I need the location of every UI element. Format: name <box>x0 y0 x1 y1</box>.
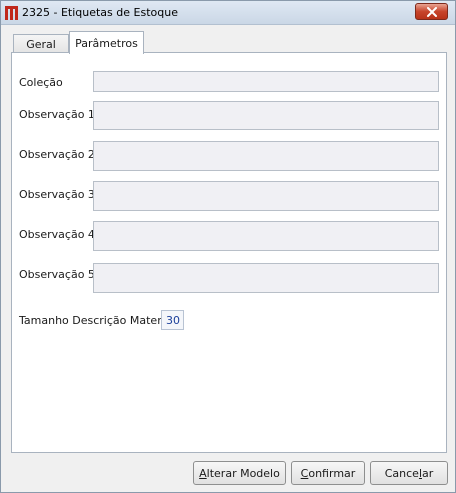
cancelar-rest: ar <box>422 466 434 480</box>
observacao-5-input[interactable] <box>93 263 439 293</box>
alterar-modelo-button[interactable]: Alterar Modelo <box>193 461 286 485</box>
cancelar-pre: Cance <box>384 466 419 480</box>
observacao-1-input[interactable] <box>93 101 439 130</box>
observacao-1-label: Observação 1 <box>19 108 95 121</box>
close-button[interactable] <box>415 3 448 20</box>
alterar-modelo-label: Alterar Modelo <box>199 467 280 480</box>
observacao-4-label: Observação 4 <box>19 228 95 241</box>
observacao-3-label: Observação 3 <box>19 188 95 201</box>
alterar-modelo-rest: lterar Modelo <box>206 466 280 480</box>
tab-geral[interactable]: Geral <box>13 34 69 53</box>
parametros-panel: Coleção Observação 1 Observação 2 Observ… <box>11 52 447 453</box>
observacao-5-label: Observação 5 <box>19 268 95 281</box>
confirmar-rest: onfirmar <box>308 466 356 480</box>
tab-parametros-label: Parâmetros <box>75 36 138 50</box>
colecao-label: Coleção <box>19 76 63 89</box>
tab-geral-label: Geral <box>26 37 56 51</box>
observacao-3-input[interactable] <box>93 181 439 211</box>
dialog-window: 2325 - Etiquetas de Estoque Geral Parâme… <box>0 0 456 493</box>
app-logo-icon <box>5 5 18 21</box>
observacao-2-label: Observação 2 <box>19 148 95 161</box>
cancelar-label: Cancelar <box>385 467 434 480</box>
observacao-4-input[interactable] <box>93 221 439 251</box>
close-icon <box>426 6 437 17</box>
colecao-input[interactable] <box>93 71 439 92</box>
confirmar-button[interactable]: Confirmar <box>291 461 365 485</box>
window-title: 2325 - Etiquetas de Estoque <box>22 6 178 19</box>
title-bar[interactable]: 2325 - Etiquetas de Estoque <box>1 1 455 25</box>
tamanho-descricao-label: Tamanho Descrição Material <box>19 314 175 327</box>
tamanho-descricao-input[interactable]: 30 <box>161 310 184 330</box>
cancelar-button[interactable]: Cancelar <box>370 461 448 485</box>
alterar-modelo-mnemonic: A <box>199 466 207 480</box>
confirmar-label: Confirmar <box>301 467 356 480</box>
tab-parametros[interactable]: Parâmetros <box>69 31 144 54</box>
observacao-2-input[interactable] <box>93 141 439 171</box>
